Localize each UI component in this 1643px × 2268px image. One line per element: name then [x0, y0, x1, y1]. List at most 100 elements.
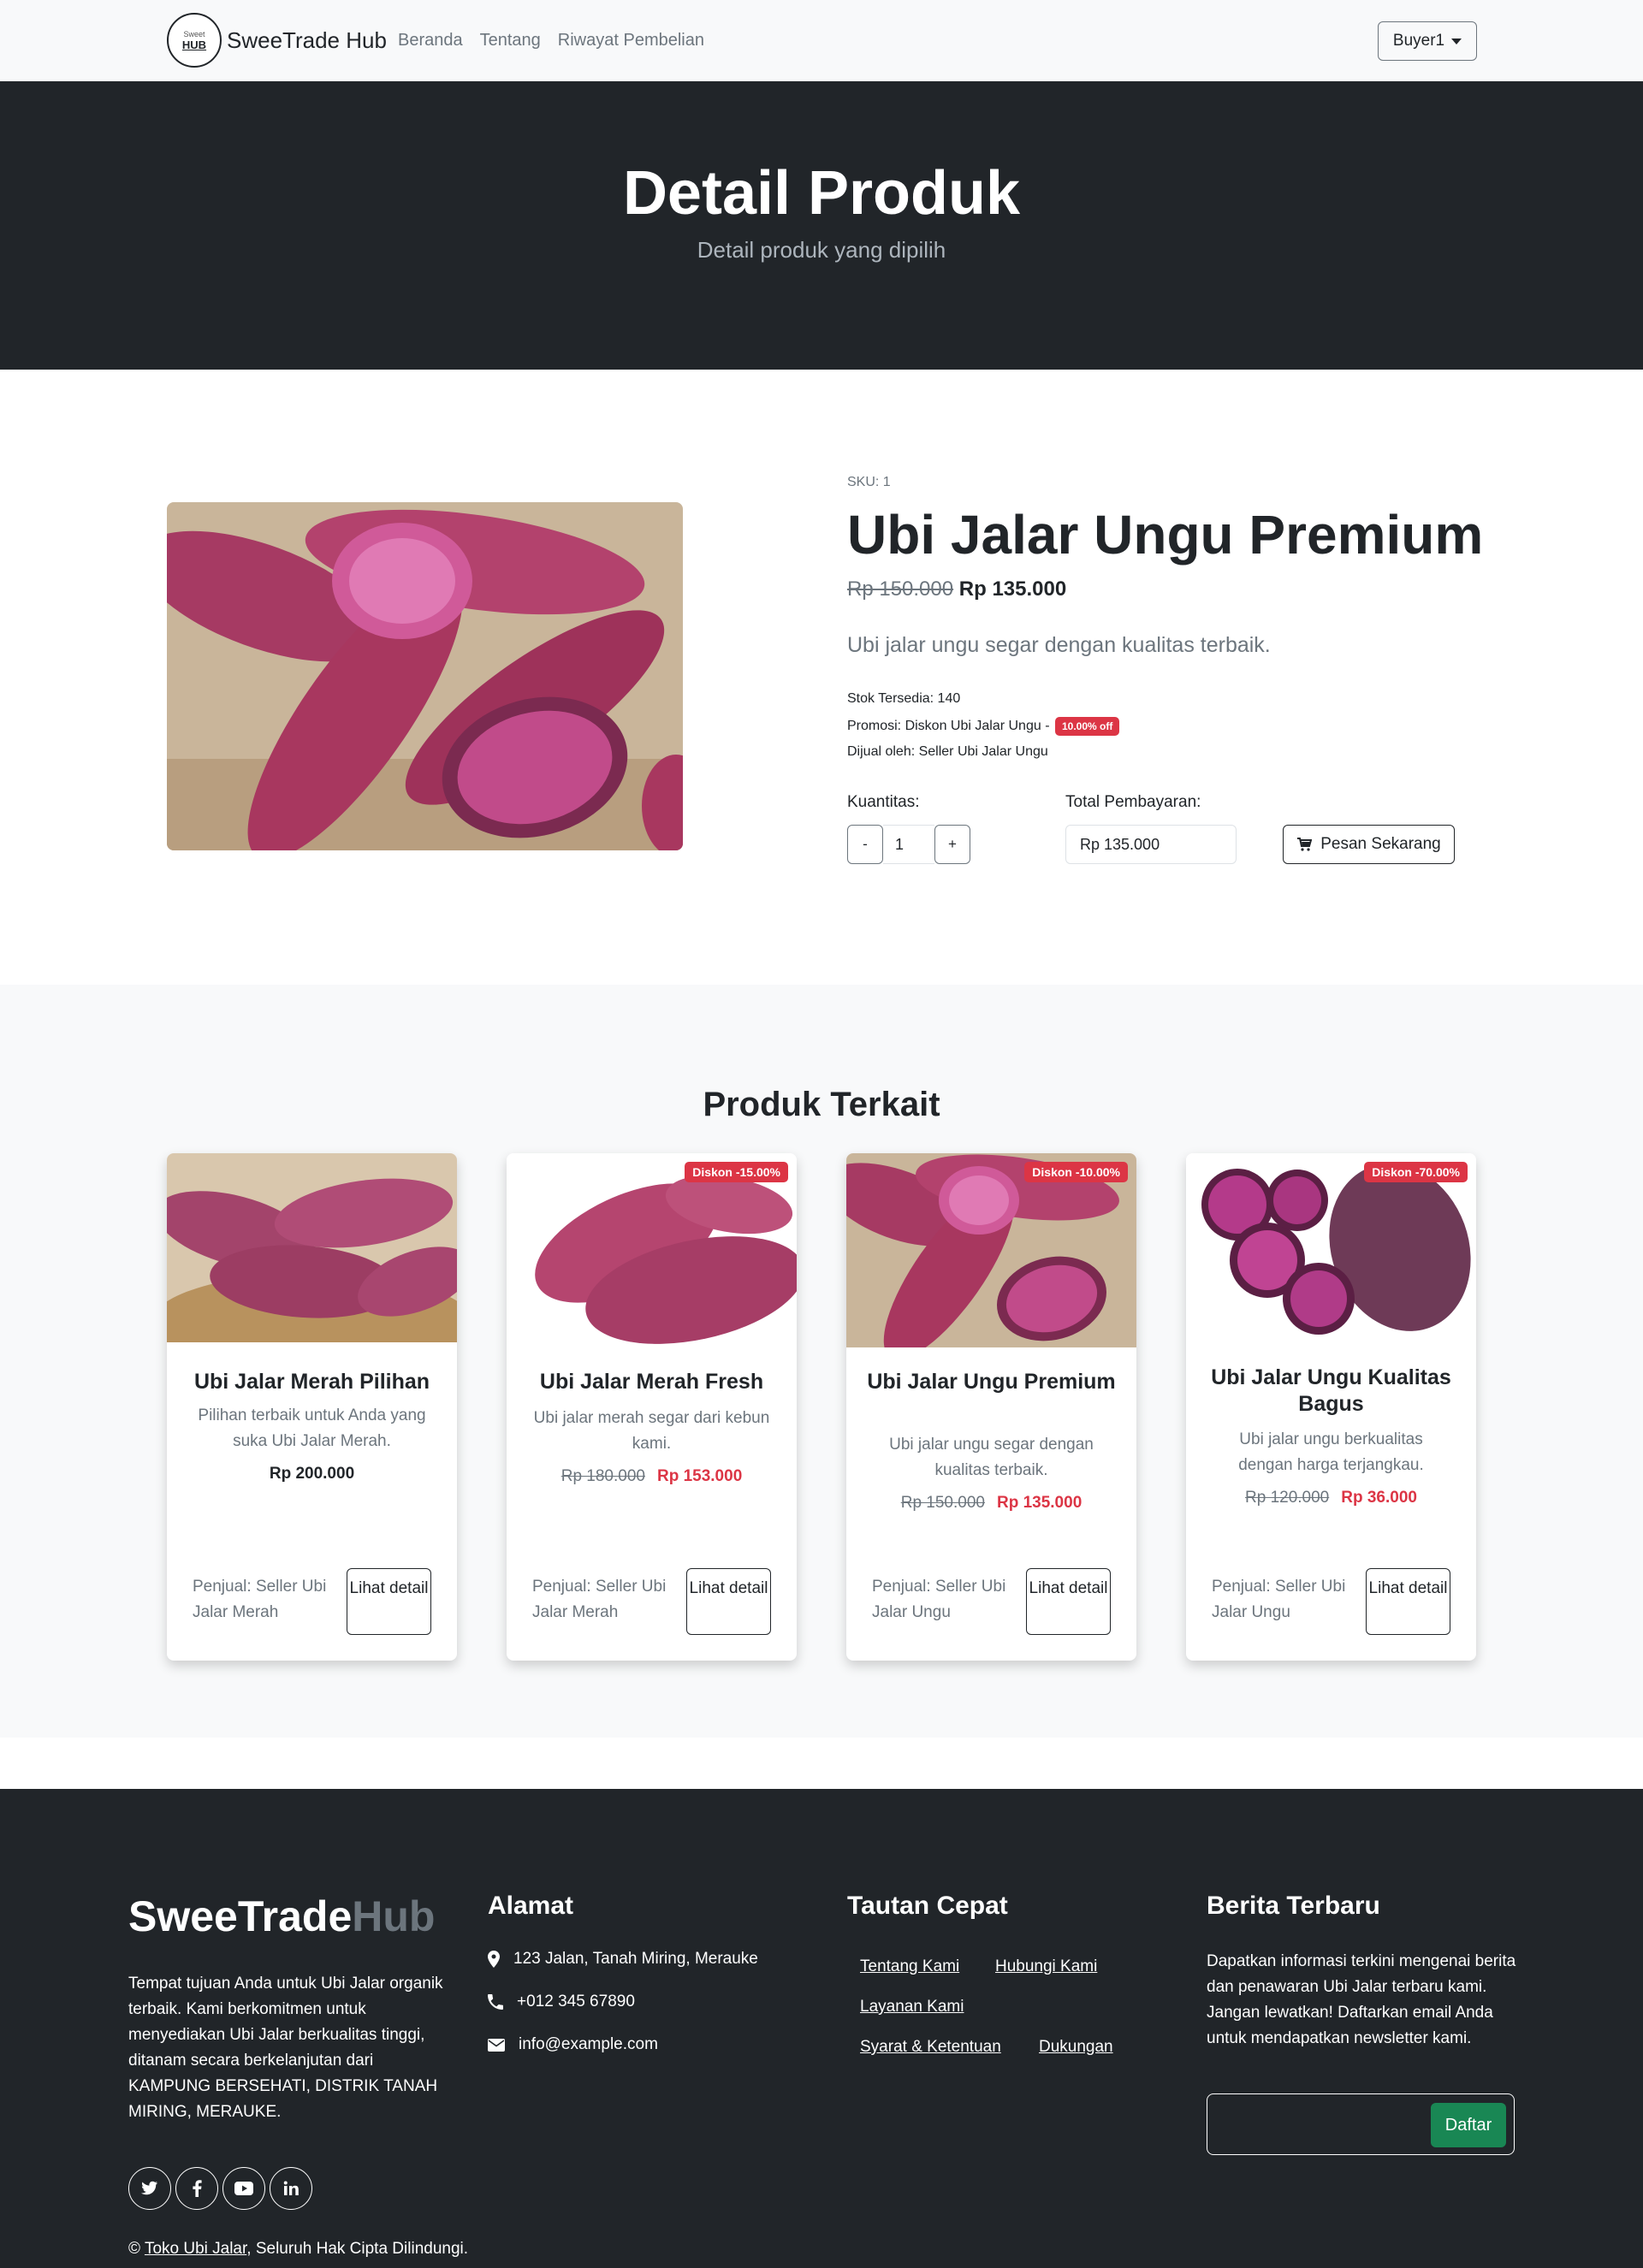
product-card-current-price: Rp 153.000 [656, 1467, 743, 1485]
product-card-title: Ubi Jalar Ungu Kualitas Bagus [1211, 1365, 1451, 1416]
product-card-title: Ubi Jalar Merah Fresh [539, 1370, 764, 1394]
footer-link-syarat-ketentuan[interactable]: Syarat & Ketentuan [860, 2038, 1001, 2057]
product-card-old-price: Rp 180.000 [561, 1467, 645, 1485]
page-title: Detail Produk [622, 159, 1021, 228]
footer-phone: +012 345 67890 [488, 1993, 635, 2011]
footer: SweeTradeHub Tempat tujuan Anda untuk Ub… [0, 1789, 1643, 2268]
product-card-price: Rp 150.000 Rp 135.000 [863, 1494, 1119, 1513]
quantity-input[interactable]: 1 [883, 825, 934, 864]
footer-link-tentang-kami[interactable]: Tentang Kami [860, 1957, 959, 1976]
product-old-price: Rp 150.000 [847, 577, 954, 601]
total-label: Total Pembayaran: [1065, 793, 1201, 811]
product-card-price: Rp 180.000 Rp 153.000 [524, 1467, 780, 1486]
product-card-description: Pilihan terbaik untuk Anda yang suka Ubi… [198, 1406, 426, 1450]
product-card: Diskon -10.00% Ubi Jalar Ungu Premium Ub… [846, 1153, 1136, 1661]
product-card: Diskon -15.00% Ubi Jalar Merah Fresh Ubi… [507, 1153, 797, 1661]
quantity-decrease-button[interactable]: - [847, 825, 883, 864]
cart-icon [1297, 838, 1313, 851]
product-card-current-price: Rp 135.000 [996, 1494, 1082, 1512]
product-card-description: Ubi jalar ungu segar dengan kualitas ter… [889, 1436, 1094, 1479]
product-card-seller: Penjual: Seller Ubi Jalar Ungu [872, 1578, 1006, 1621]
hero-banner: Detail Produk Detail produk yang dipilih [0, 81, 1643, 370]
related-products-section: Produk Terkait Ubi Jalar Merah Pilihan P… [0, 985, 1643, 1738]
product-card-current-price: Rp 36.000 [1341, 1489, 1417, 1507]
view-detail-button[interactable]: Lihat detail [347, 1568, 431, 1635]
product-image [167, 502, 683, 850]
total-payment-field[interactable]: Rp 135.000 [1065, 825, 1237, 864]
promo-badge: 10.00% off [1054, 717, 1120, 736]
copyright-text: , Seluruh Hak Cipta Dilindungi. [246, 2240, 469, 2258]
footer-link-dukungan[interactable]: Dukungan [1039, 2038, 1113, 2057]
view-detail-button[interactable]: Lihat detail [1026, 1568, 1111, 1635]
related-products-title: Produk Terkait [703, 1086, 940, 1123]
logo-text-top: Sweet [183, 29, 205, 38]
product-card-title: Ubi Jalar Merah Pilihan [193, 1370, 430, 1394]
nav-link-riwayat-pembelian[interactable]: Riwayat Pembelian [558, 31, 704, 50]
map-marker-icon [488, 1951, 500, 1968]
navbar: Sweet HUB SweeTrade Hub Beranda Tentang … [0, 0, 1643, 81]
phone-icon [488, 1994, 503, 2010]
product-sku: SKU: 1 [847, 475, 891, 489]
footer-about-text: Tempat tujuan Anda untuk Ubi Jalar organ… [128, 1975, 443, 2121]
footer-link-hubungi-kami[interactable]: Hubungi Kami [995, 1957, 1097, 1976]
facebook-icon[interactable] [175, 2167, 218, 2210]
user-name: Buyer1 [1392, 32, 1445, 50]
nav-link-beranda[interactable]: Beranda [398, 31, 463, 50]
product-card-old-price: Rp 120.000 [1245, 1489, 1330, 1507]
footer-news-text: Dapatkan informasi terkini mengenai beri… [1207, 1952, 1516, 2047]
product-card-price: Rp 200.000 [184, 1465, 440, 1483]
product-price: Rp 150.000 Rp 135.000 [847, 577, 1066, 601]
footer-brand[interactable]: SweeTradeHub [128, 1892, 435, 1941]
product-promo: Promosi: Diskon Ubi Jalar Ungu - 10.00% … [847, 717, 1120, 736]
discount-badge: Diskon -10.00% [1024, 1162, 1128, 1182]
product-seller: Dijual oleh: Seller Ubi Jalar Ungu [847, 744, 1048, 759]
footer-news-title: Berita Terbaru [1207, 1892, 1380, 1920]
footer-brand-secondary: Hub [352, 1892, 436, 1940]
product-name: Ubi Jalar Ungu Premium [847, 504, 1484, 566]
user-dropdown-button[interactable]: Buyer1 [1378, 21, 1477, 61]
footer-phone-text: +012 345 67890 [517, 1993, 635, 2010]
copyright-link[interactable]: Toko Ubi Jalar [145, 2240, 246, 2258]
linkedin-icon[interactable] [270, 2167, 312, 2210]
social-links [128, 2167, 312, 2210]
youtube-icon[interactable] [222, 2167, 265, 2210]
caret-down-icon [1451, 38, 1462, 44]
product-current-price: Rp 135.000 [958, 577, 1067, 601]
product-card-image [846, 1153, 1136, 1347]
order-now-label: Pesan Sekarang [1320, 835, 1441, 853]
product-description: Ubi jalar ungu segar dengan kualitas ter… [847, 633, 1271, 657]
quantity-stepper: - 1 + [847, 825, 970, 864]
product-card-seller: Penjual: Seller Ubi Jalar Merah [193, 1578, 327, 1621]
logo-text-bottom: HUB [181, 38, 207, 51]
product-card-title: Ubi Jalar Ungu Premium [867, 1370, 1116, 1394]
brand-logo: Sweet HUB [167, 13, 222, 68]
promo-text: Promosi: Diskon Ubi Jalar Ungu - [847, 719, 1050, 733]
view-detail-button[interactable]: Lihat detail [1366, 1568, 1450, 1635]
product-card-old-price: Rp 150.000 [900, 1494, 985, 1512]
product-card-current-price: Rp 200.000 [269, 1465, 355, 1483]
product-stock: Stok Tersedia: 140 [847, 691, 961, 706]
subscribe-button[interactable]: Daftar [1431, 2103, 1506, 2147]
copyright-symbol: © [128, 2240, 140, 2258]
view-detail-button[interactable]: Lihat detail [686, 1568, 771, 1635]
newsletter-email-input[interactable]: Daftar [1207, 2093, 1515, 2155]
brand-link[interactable]: Sweet HUB SweeTrade Hub [167, 13, 387, 68]
page-subtitle: Detail produk yang dipilih [697, 237, 946, 263]
product-card-price: Rp 120.000 Rp 36.000 [1203, 1489, 1459, 1507]
product-card-description: Ubi jalar ungu berkualitas dengan harga … [1238, 1430, 1424, 1474]
footer-link-layanan-kami[interactable]: Layanan Kami [860, 1998, 964, 2016]
quantity-increase-button[interactable]: + [934, 825, 970, 864]
product-card-description: Ubi jalar merah segar dari kebun kami. [533, 1409, 770, 1453]
brand-name: SweeTrade Hub [227, 27, 387, 53]
product-card: Diskon -70.00% Ubi Jalar Ungu Kualitas B… [1186, 1153, 1476, 1661]
product-card: Ubi Jalar Merah Pilihan Pilihan terbaik … [167, 1153, 457, 1661]
nav-links: Beranda Tentang Riwayat Pembelian [398, 31, 704, 50]
footer-email-text: info@example.com [519, 2035, 658, 2053]
envelope-icon [488, 2038, 505, 2052]
nav-link-tentang[interactable]: Tentang [480, 31, 541, 50]
order-now-button[interactable]: Pesan Sekarang [1283, 825, 1455, 864]
twitter-icon[interactable] [128, 2167, 171, 2210]
footer-address-title: Alamat [488, 1892, 574, 1920]
discount-badge: Diskon -15.00% [685, 1162, 788, 1182]
footer-brand-primary: SweeTrade [128, 1892, 353, 1940]
